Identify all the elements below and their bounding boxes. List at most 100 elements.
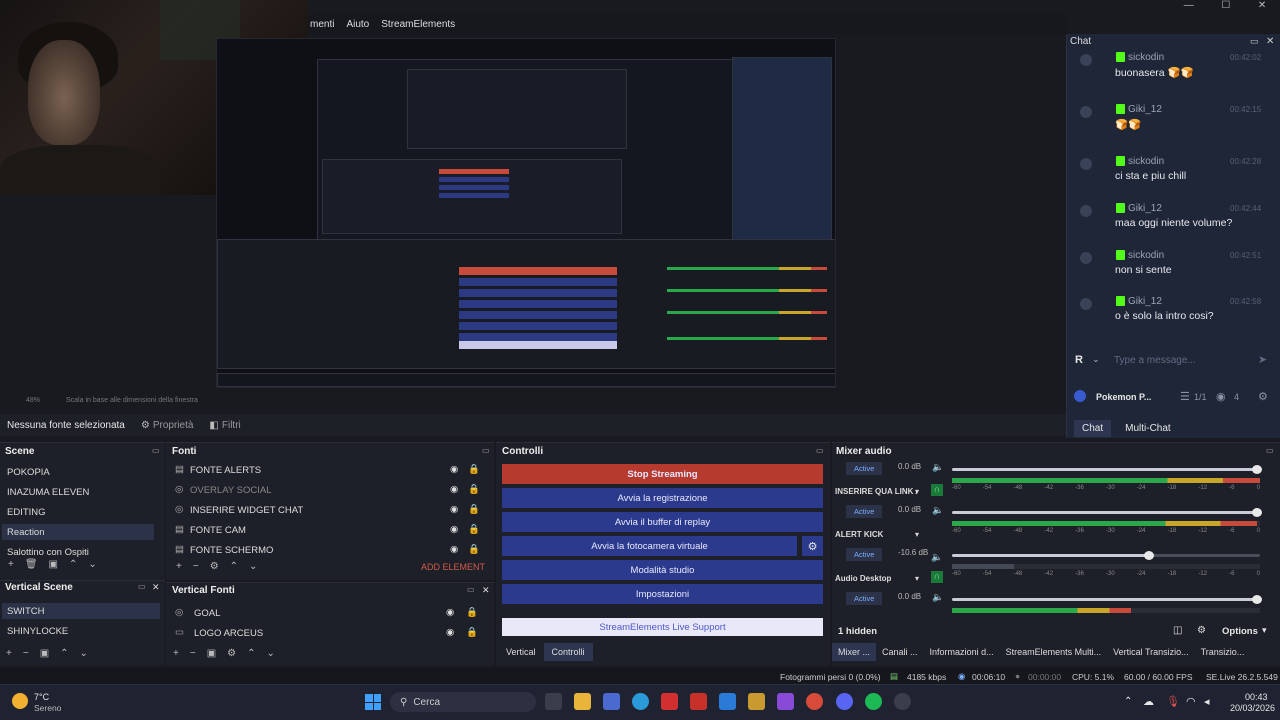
avatar[interactable] bbox=[1080, 298, 1092, 310]
spotify-icon[interactable] bbox=[865, 693, 882, 710]
copy-icon[interactable]: ▣ bbox=[49, 559, 58, 570]
menu-streamelements[interactable]: StreamElements bbox=[381, 19, 455, 30]
studio-mode-button[interactable]: Modalità studio bbox=[502, 560, 823, 580]
minimize-icon[interactable]: — bbox=[1184, 0, 1194, 14]
remove-icon[interactable]: − bbox=[193, 561, 199, 572]
chevron-down-icon[interactable]: ⌄ bbox=[1092, 354, 1100, 365]
tab-multichat[interactable]: Multi-Chat bbox=[1117, 420, 1179, 437]
program-preview[interactable] bbox=[216, 38, 836, 388]
headphones-icon[interactable] bbox=[931, 527, 943, 539]
remove-icon[interactable]: − bbox=[23, 648, 29, 659]
mixer-dock-tab[interactable]: Canali ... bbox=[876, 643, 924, 661]
scene-item[interactable]: POKOPIA bbox=[2, 464, 154, 480]
zoom-level[interactable]: 48% bbox=[26, 397, 40, 404]
mixer-dock-tab[interactable]: Informazioni d... bbox=[924, 643, 1000, 661]
avatar[interactable] bbox=[1080, 54, 1092, 66]
volume-slider-knob[interactable] bbox=[1252, 465, 1262, 474]
dock-popout-icon[interactable]: ▭ bbox=[152, 446, 160, 455]
game-icon[interactable] bbox=[748, 693, 765, 710]
move-up-icon[interactable]: ⌃ bbox=[247, 648, 255, 659]
replay-buffer-button[interactable]: Avvia il buffer di replay bbox=[502, 512, 823, 532]
avatar[interactable] bbox=[1080, 158, 1092, 170]
virtual-camera-settings-gear-icon[interactable]: ⚙ bbox=[802, 536, 823, 556]
scene-item[interactable]: Reaction bbox=[2, 524, 154, 540]
chevron-down-icon[interactable]: ▾ bbox=[915, 487, 919, 496]
volume-slider[interactable] bbox=[952, 508, 1262, 517]
obs-icon[interactable] bbox=[894, 693, 911, 710]
move-down-icon[interactable]: ⌄ bbox=[88, 559, 96, 570]
volume-icon[interactable]: ◂ bbox=[1204, 695, 1210, 708]
move-down-icon[interactable]: ⌄ bbox=[249, 561, 257, 572]
vertical-scene-item[interactable]: SWITCH bbox=[2, 603, 160, 619]
mail-icon[interactable] bbox=[719, 693, 736, 710]
move-up-icon[interactable]: ⌃ bbox=[69, 559, 77, 570]
weather-temp[interactable]: 7°C bbox=[34, 692, 49, 702]
active-button[interactable]: Active bbox=[846, 592, 883, 605]
maximize-icon[interactable]: ☐ bbox=[1221, 0, 1230, 14]
se-live-support-button[interactable]: StreamElements Live Support bbox=[502, 618, 823, 636]
add-icon[interactable]: + bbox=[8, 559, 14, 570]
lock-icon[interactable]: 🔒 bbox=[466, 627, 478, 638]
start-recording-button[interactable]: Avvia la registrazione bbox=[502, 488, 823, 508]
dock-popout-icon[interactable]: ▭ bbox=[816, 446, 824, 455]
volume-slider-knob[interactable] bbox=[1252, 508, 1262, 517]
settings-button[interactable]: Impostazioni bbox=[502, 584, 823, 604]
eye-hidden-icon[interactable]: ◉ bbox=[450, 504, 458, 515]
cloud-icon[interactable]: ☁ bbox=[1143, 695, 1154, 708]
volume-slider-knob[interactable] bbox=[1144, 551, 1154, 560]
app-l-icon[interactable] bbox=[661, 693, 678, 710]
close-icon[interactable]: ✕ bbox=[152, 582, 160, 593]
chat-username[interactable]: sickodin bbox=[1128, 156, 1164, 167]
mixer-dock-tab[interactable]: Vertical Transizio... bbox=[1107, 643, 1195, 661]
chat-username[interactable]: sickodin bbox=[1128, 52, 1164, 63]
move-down-icon[interactable]: ⌄ bbox=[80, 648, 88, 659]
copy-icon[interactable]: ▣ bbox=[40, 648, 49, 659]
clock-date[interactable]: 20/03/2026 bbox=[1230, 703, 1275, 713]
volume-slider[interactable] bbox=[952, 465, 1262, 474]
lock-icon[interactable]: 🔒 bbox=[468, 484, 480, 495]
gear-icon[interactable]: ⚙ bbox=[227, 648, 236, 659]
chrome-icon[interactable] bbox=[806, 693, 823, 710]
eye-icon[interactable]: ◉ bbox=[450, 524, 458, 535]
list-icon[interactable]: ☰ bbox=[1180, 390, 1190, 403]
remove-icon[interactable]: − bbox=[190, 648, 196, 659]
source-item[interactable]: FONTE CAM bbox=[190, 525, 246, 536]
columns-icon[interactable]: ◫ bbox=[1173, 625, 1182, 636]
chat-popout-icon[interactable]: ▭ bbox=[1250, 36, 1259, 47]
eye-hidden-icon[interactable]: ◉ bbox=[450, 484, 458, 495]
chat-close-icon[interactable]: ✕ bbox=[1266, 36, 1274, 47]
close-icon[interactable]: ✕ bbox=[1258, 0, 1266, 14]
muted-speaker-icon[interactable]: 🔈 bbox=[931, 552, 943, 563]
copy-icon[interactable]: ▣ bbox=[207, 648, 216, 659]
store-icon[interactable] bbox=[603, 693, 620, 710]
chevron-down-icon[interactable]: ▾ bbox=[1262, 625, 1267, 636]
menu-tools[interactable]: menti bbox=[310, 19, 334, 30]
chat-username[interactable]: sickodin bbox=[1128, 250, 1164, 261]
speaker-icon[interactable]: 🔈 bbox=[932, 505, 944, 516]
tray-chevron-icon[interactable]: ⌃ bbox=[1124, 696, 1132, 707]
chat-username[interactable]: Giki_12 bbox=[1128, 104, 1162, 115]
mixer-options-button[interactable]: Options bbox=[1222, 626, 1258, 637]
chat-username[interactable]: Giki_12 bbox=[1128, 203, 1162, 214]
lock-icon[interactable]: 🔒 bbox=[468, 464, 480, 475]
chat-input-prefix[interactable]: R bbox=[1075, 354, 1083, 366]
windows-start-icon[interactable] bbox=[365, 694, 381, 710]
add-icon[interactable]: + bbox=[176, 561, 182, 572]
twitch-icon[interactable] bbox=[777, 693, 794, 710]
vertical-source-item[interactable]: GOAL bbox=[194, 608, 220, 619]
headphones-icon[interactable]: ∩ bbox=[931, 571, 943, 583]
tab-vertical[interactable]: Vertical bbox=[498, 643, 544, 661]
dock-popout-icon[interactable]: ▭ bbox=[138, 582, 146, 591]
active-button[interactable]: Active bbox=[846, 548, 883, 561]
dock-popout-icon[interactable]: ▭ bbox=[482, 446, 490, 455]
lock-icon[interactable]: 🔒 bbox=[468, 504, 480, 515]
file-explorer-icon[interactable] bbox=[574, 693, 591, 710]
eye-icon[interactable]: ◉ bbox=[446, 607, 454, 618]
send-icon[interactable]: ➤ bbox=[1258, 353, 1267, 366]
gear-icon[interactable]: ⚙ bbox=[1258, 390, 1268, 403]
source-item[interactable]: OVERLAY SOCIAL bbox=[190, 485, 272, 496]
speaker-icon[interactable]: 🔈 bbox=[932, 462, 944, 473]
source-item[interactable]: FONTE ALERTS bbox=[190, 465, 261, 476]
active-button[interactable]: Active bbox=[846, 505, 883, 518]
shield-icon[interactable] bbox=[690, 693, 707, 710]
